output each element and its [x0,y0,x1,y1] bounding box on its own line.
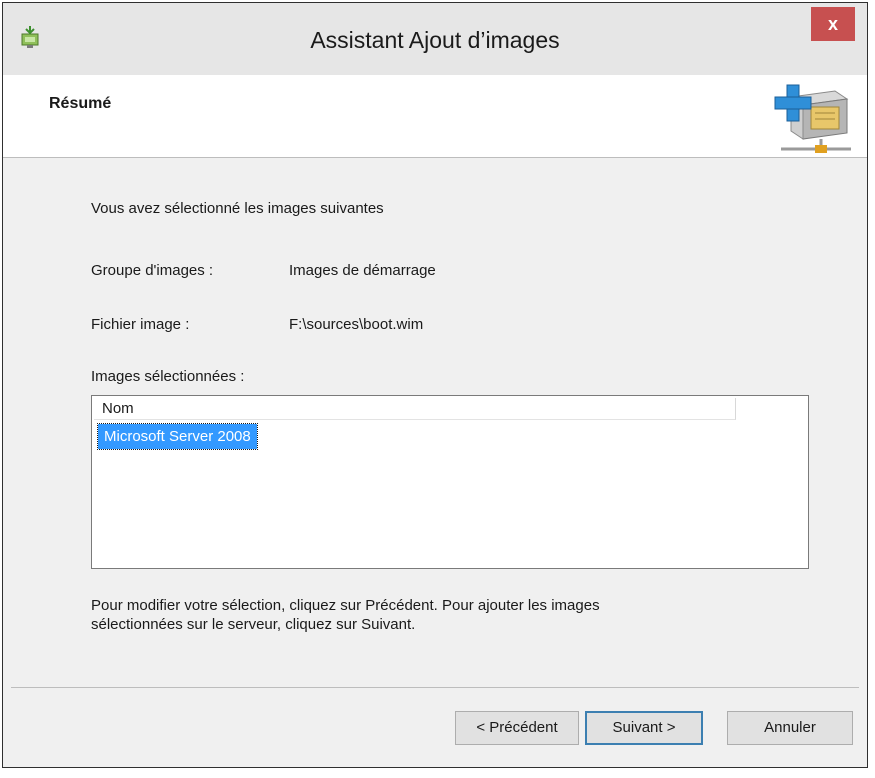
help-text-line-2: sélectionnées sur le serveur, cliquez su… [91,616,416,633]
help-text: Pour modifier votre sélection, cliquez s… [91,596,811,634]
close-button[interactable]: x [811,7,855,41]
page-title: Résumé [49,95,112,112]
cancel-button[interactable]: Annuler [727,711,853,745]
image-group-label: Groupe d'images : [91,262,214,279]
previous-button[interactable]: < Précédent [455,711,579,745]
next-button[interactable]: Suivant > [585,711,703,745]
column-header-nom[interactable]: Nom [94,398,736,420]
help-text-line-1: Pour modifier votre sélection, cliquez s… [91,597,600,614]
image-file-value: F:\sources\boot.wim [289,316,424,333]
content-area: Vous avez sélectionné les images suivant… [3,158,867,678]
selected-images-list[interactable]: Nom Microsoft Server 2008 [91,395,809,569]
image-group-value: Images de démarrage [289,262,436,279]
image-file-label: Fichier image : [91,316,190,333]
title-bar[interactable]: Assistant Ajout d’images x [3,3,867,76]
intro-text: Vous avez sélectionné les images suivant… [91,200,384,217]
close-icon: x [827,14,838,34]
list-item[interactable]: Microsoft Server 2008 [97,423,258,450]
add-image-box-icon [774,84,851,153]
selected-images-label: Images sélectionnées : [91,368,245,385]
wizard-header: Résumé [3,75,867,158]
footer-divider [11,687,859,688]
window-title: Assistant Ajout d’images [310,27,560,53]
wizard-window: Assistant Ajout d’images x Résumé Vous a… [2,2,868,768]
